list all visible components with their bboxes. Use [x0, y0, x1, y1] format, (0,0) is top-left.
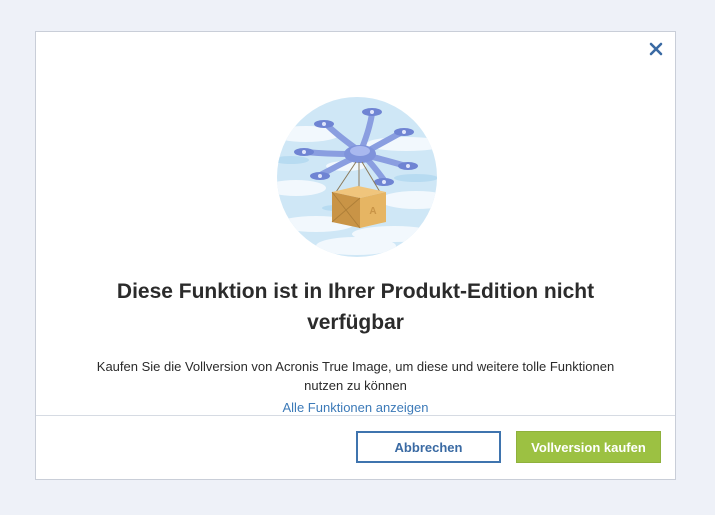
close-button[interactable]: [647, 40, 665, 58]
buy-full-version-button[interactable]: Vollversion kaufen: [516, 431, 661, 463]
dialog-title: Diese Funktion ist in Ihrer Produkt-Edit…: [116, 280, 595, 334]
close-icon: [649, 42, 663, 56]
drone-delivery-illustration: A: [276, 96, 438, 258]
dialog-description: Kaufen Sie die Vollversion von Acronis T…: [96, 359, 615, 393]
cancel-button[interactable]: Abbrechen: [356, 431, 501, 463]
svg-text:A: A: [369, 206, 376, 217]
footer-divider: [36, 415, 675, 416]
feature-unavailable-dialog: A Diese Funktion ist in Ihrer Produkt-Ed…: [35, 31, 676, 480]
